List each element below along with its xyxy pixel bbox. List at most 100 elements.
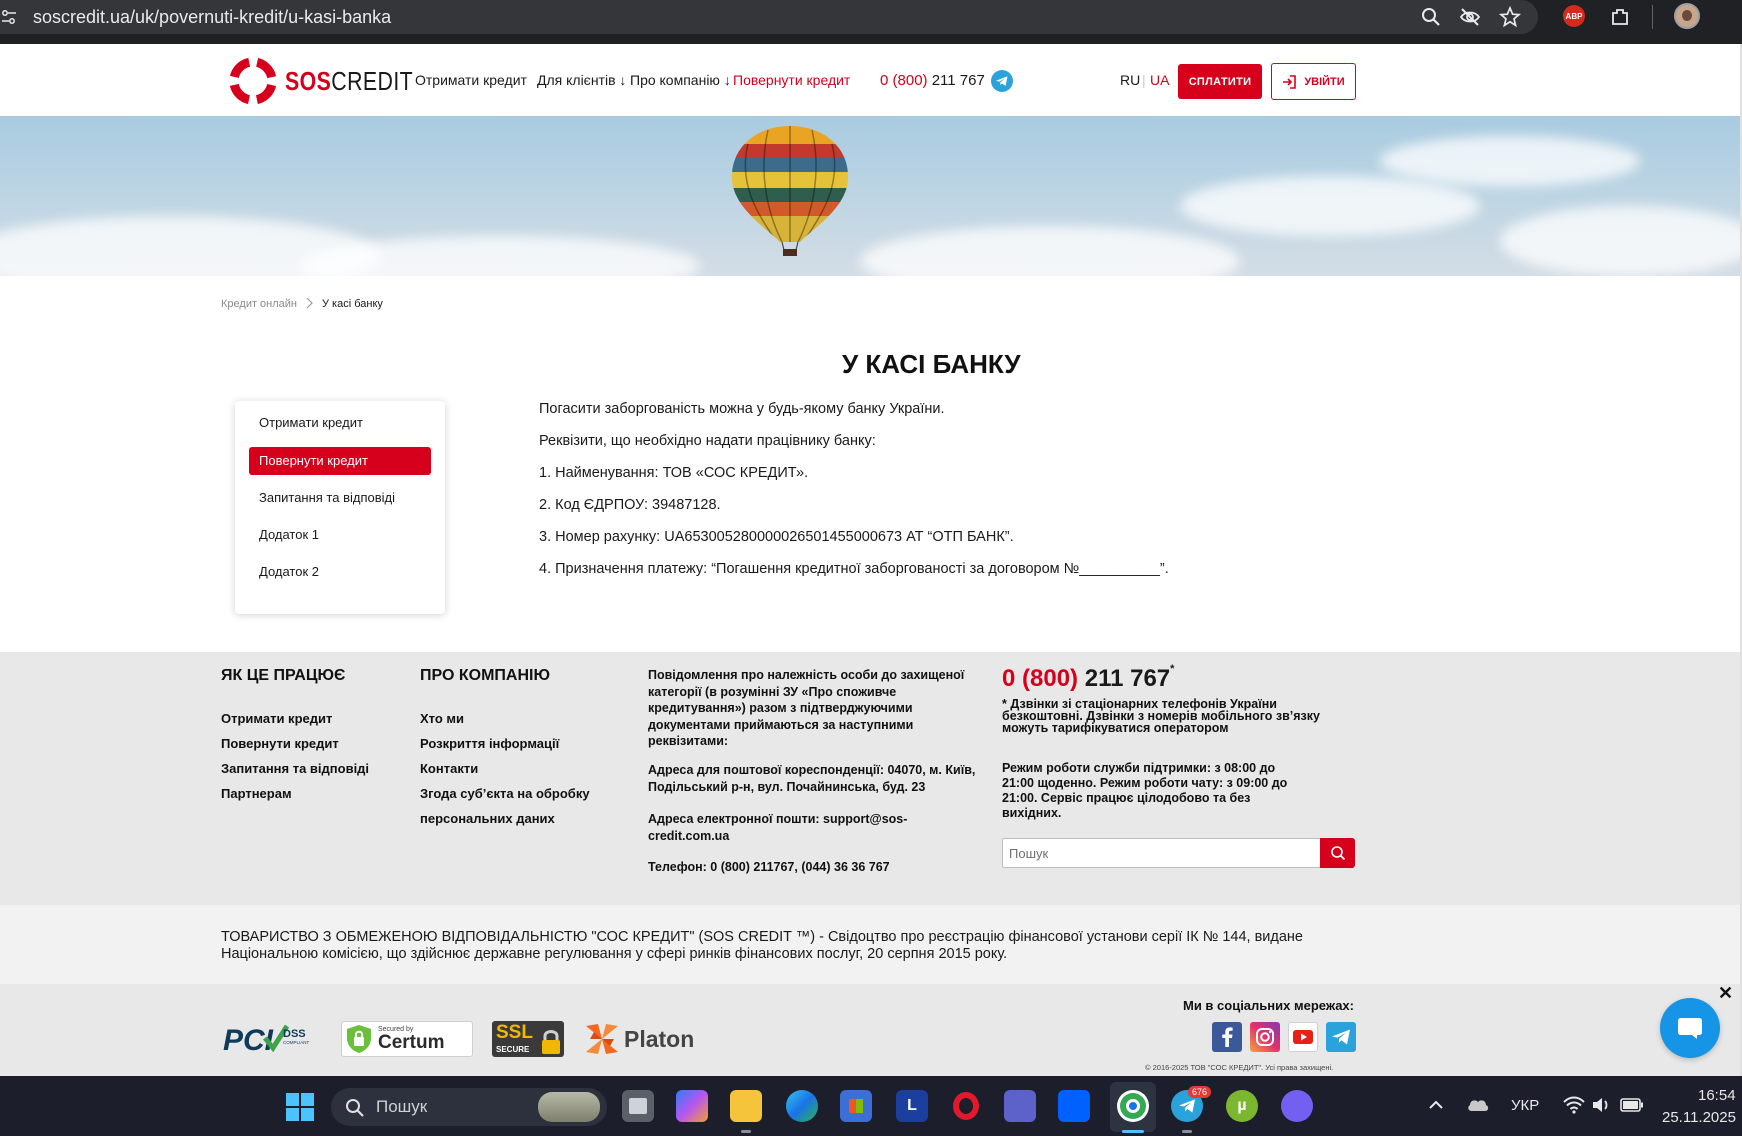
search-icon	[346, 1099, 364, 1117]
taskbar-search-label: Пошук	[376, 1097, 428, 1116]
footer-link[interactable]: Отримати кредит	[221, 711, 332, 726]
breadcrumb-current: У касі банку	[322, 298, 383, 310]
chat-widget-button[interactable]	[1660, 998, 1720, 1058]
chat-icon	[1678, 1018, 1702, 1039]
login-button[interactable]: УВІЙТИ	[1271, 63, 1356, 100]
opera-icon[interactable]	[950, 1090, 982, 1122]
address-bar[interactable]: soscredit.ua/uk/povernuti-kredit/u-kasi-…	[0, 0, 1538, 34]
volume-icon[interactable]	[1591, 1096, 1611, 1114]
logo[interactable]: SOSCREDIT	[229, 57, 441, 105]
bookmark-star-icon[interactable]	[1499, 6, 1521, 28]
teams-icon[interactable]	[1004, 1090, 1036, 1122]
lang-separator: |	[1142, 72, 1146, 88]
side-menu-faq[interactable]: Запитання та відповіді	[249, 484, 431, 512]
telegram-icon[interactable]	[991, 70, 1013, 92]
task-view-icon[interactable]	[622, 1090, 654, 1122]
side-menu-repay-credit[interactable]: Повернути кредит	[249, 447, 431, 475]
nav-repay-credit[interactable]: Повернути кредит	[733, 72, 850, 88]
chevron-up-icon[interactable]	[1428, 1099, 1444, 1111]
page-title: У КАСІ БАНКУ	[842, 349, 1021, 379]
profile-avatar[interactable]	[1674, 3, 1700, 29]
chat-close-icon[interactable]: ✕	[1718, 983, 1733, 1004]
platon-logo-icon	[586, 1024, 618, 1054]
nav-about-company[interactable]: Про компанію ↓	[630, 72, 731, 88]
side-menu: Отримати кредит Повернути кредит Запитан…	[235, 401, 445, 614]
utorrent-icon[interactable]: µ	[1226, 1090, 1258, 1122]
lang-ua[interactable]: UA	[1150, 72, 1169, 88]
youtube-icon[interactable]	[1288, 1022, 1318, 1052]
footer-search-button[interactable]	[1320, 838, 1355, 868]
breadcrumb-home[interactable]: Кредит онлайн	[221, 298, 297, 310]
footer-link[interactable]: Запитання та відповіді	[221, 761, 369, 776]
windows-start-icon[interactable]	[286, 1093, 314, 1121]
site-settings-icon[interactable]	[2, 9, 16, 25]
pay-button[interactable]: СПЛАТИТИ	[1178, 64, 1262, 99]
side-menu-appendix-1[interactable]: Додаток 1	[249, 521, 431, 549]
zoom-icon[interactable]	[1420, 6, 1442, 28]
nav-for-clients[interactable]: Для клієнтів ↓	[537, 72, 626, 88]
telegram-icon[interactable]	[1326, 1022, 1356, 1052]
footer-search-input[interactable]	[1002, 838, 1322, 868]
toolbar-divider	[1652, 5, 1653, 29]
footer-link[interactable]: персональних даних	[420, 811, 555, 826]
edge-icon[interactable]	[786, 1090, 818, 1122]
onedrive-icon[interactable]	[1466, 1096, 1490, 1112]
url-text[interactable]: soscredit.ua/uk/povernuti-kredit/u-kasi-…	[33, 7, 391, 28]
requisite-account: 3. Номер рахунку: UA65300528000002650145…	[539, 529, 1014, 545]
adblock-icon[interactable]: ABP	[1563, 5, 1585, 27]
clock-date[interactable]: 25.11.2025	[1662, 1109, 1736, 1126]
hero-banner	[0, 116, 1740, 276]
eye-off-icon[interactable]	[1459, 6, 1481, 28]
footer-phone[interactable]: 0 (800) 211 767*	[1002, 663, 1174, 693]
footer-email: Адреса електронної пошти: support@sos-cr…	[648, 812, 908, 843]
clock-time[interactable]: 16:54	[1698, 1087, 1736, 1104]
footer-how-it-works-title: ЯК ЦЕ ПРАЦЮЄ	[221, 667, 346, 684]
side-menu-appendix-2[interactable]: Додаток 2	[249, 558, 431, 586]
instagram-icon[interactable]	[1250, 1022, 1280, 1052]
logo-text: SOSCREDIT	[285, 65, 414, 96]
chevron-right-icon	[306, 297, 313, 309]
copyright: © 2016-2025 ТОВ "СОС КРЕДИТ". Усі права …	[1145, 1063, 1334, 1072]
side-menu-get-credit[interactable]: Отримати кредит	[249, 409, 431, 437]
facebook-icon[interactable]	[1212, 1022, 1242, 1052]
language-indicator[interactable]: УКР	[1511, 1097, 1539, 1114]
ssl-secure-badge: SSL SECURE	[492, 1020, 564, 1058]
footer-protected-category-notice: Повідомлення про належність особи до зах…	[648, 668, 965, 748]
certum-badge: Secured by Certum	[341, 1020, 473, 1058]
telegram-unread-badge: 676	[1188, 1086, 1212, 1098]
footer-phones: Телефон: 0 (800) 211767, (044) 36 36 767	[648, 860, 890, 874]
battery-icon[interactable]	[1620, 1098, 1644, 1112]
store-icon[interactable]	[840, 1090, 872, 1122]
lang-ru[interactable]: RU	[1120, 72, 1140, 88]
content-paragraph: Погасити заборгованість можна у будь-яко…	[539, 401, 945, 417]
file-explorer-icon[interactable]	[730, 1090, 762, 1122]
login-label: УВІЙТИ	[1304, 75, 1345, 88]
login-icon	[1283, 74, 1297, 89]
footer-link[interactable]: Хто ми	[420, 711, 464, 726]
viber-icon[interactable]	[1281, 1090, 1313, 1122]
copilot-icon[interactable]	[676, 1090, 708, 1122]
wifi-icon[interactable]	[1563, 1096, 1585, 1114]
shield-lock-icon	[347, 1025, 371, 1053]
requisite-name: 1. Найменування: ТОВ «СОС КРЕДИТ».	[539, 465, 809, 481]
svg-text:DSS: DSS	[283, 1028, 306, 1040]
footer-link[interactable]: Згода суб’єкта на обробку	[420, 786, 590, 801]
search-icon	[1330, 846, 1345, 861]
l-app-icon[interactable]: L	[896, 1090, 928, 1122]
legal-text: ТОВАРИСТВО З ОБМЕЖЕНОЮ ВІДПОВІДАЛЬНІСТЮ …	[221, 929, 1303, 962]
content-paragraph: Реквізити, що необхідно надати працівник…	[539, 433, 876, 449]
footer-phone-note: * Дзвінки зі стаціонарних телефонів Укра…	[1002, 697, 1320, 735]
nav-get-credit[interactable]: Отримати кредит	[415, 72, 527, 88]
dropbox-icon[interactable]	[1058, 1090, 1090, 1122]
requisite-code: 2. Код ЄДРПОУ: 39487128.	[539, 497, 721, 513]
extensions-icon[interactable]	[1609, 6, 1631, 28]
footer-link[interactable]: Партнерам	[221, 786, 292, 801]
footer-working-hours: Режим роботи служби підтримки: з 08:00 д…	[1002, 761, 1288, 820]
footer-link[interactable]: Контакти	[420, 761, 478, 776]
footer-link[interactable]: Розкриття інформації	[420, 736, 559, 751]
header-phone[interactable]: 0 (800) 211 767	[880, 72, 985, 89]
chrome-icon[interactable]	[1117, 1090, 1149, 1122]
footer-postal-address: Адреса для поштової кореспонденції: 0407…	[648, 763, 976, 794]
requisite-purpose: 4. Призначення платежу: “Погашення креди…	[539, 561, 1169, 577]
footer-link[interactable]: Повернути кредит	[221, 736, 339, 751]
